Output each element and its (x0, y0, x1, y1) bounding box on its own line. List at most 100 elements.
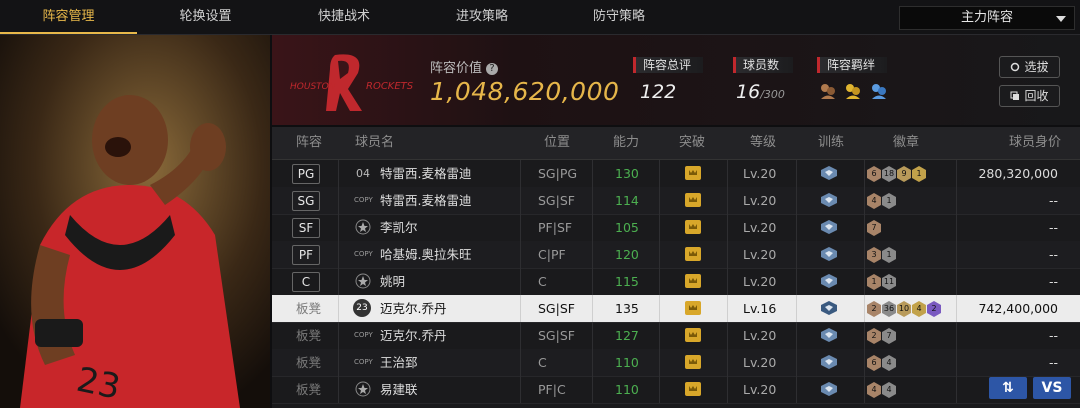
bond-bronze-icon[interactable] (819, 82, 837, 100)
player-count-label: 球员数 (733, 57, 793, 73)
column-divider (796, 268, 797, 295)
badge-hex[interactable]: 10 (897, 301, 911, 317)
badge-hex[interactable]: 36 (882, 301, 896, 317)
col-lineup[interactable]: 阵容 (296, 127, 322, 159)
tab-rotation[interactable]: 轮换设置 (137, 0, 274, 34)
column-divider (956, 268, 957, 295)
badge-hex[interactable]: 6 (867, 355, 881, 371)
col-level[interactable]: 等级 (750, 127, 776, 159)
tab-defense[interactable]: 防守策略 (550, 0, 688, 34)
crown-icon[interactable] (685, 328, 701, 342)
player-name[interactable]: 王治郅 (380, 349, 418, 376)
player-name[interactable]: 特雷西.麦格雷迪 (380, 160, 471, 187)
badge-hex[interactable]: 4 (867, 193, 881, 209)
badge-hex[interactable]: 1 (912, 166, 926, 182)
training-icon[interactable] (820, 193, 838, 207)
recycle-button[interactable]: 回收 (999, 85, 1060, 107)
badge-hex[interactable]: 2 (867, 301, 881, 317)
training-icon[interactable] (820, 247, 838, 261)
crown-icon[interactable] (685, 193, 701, 207)
badge-hex[interactable]: 4 (882, 382, 896, 398)
table-row[interactable]: 板凳 23 迈克尔.乔丹 SG|SF 135 Lv.16 2 36 10 4 2 742… (272, 295, 1080, 323)
table-row[interactable]: SF 李凯尔 PF|SF 105 Lv.20 7 -- (272, 214, 1080, 242)
col-training[interactable]: 训练 (818, 127, 844, 159)
badge-hex[interactable]: 4 (867, 382, 881, 398)
badge-hex[interactable]: 11 (882, 274, 896, 290)
crown-icon[interactable] (685, 274, 701, 288)
table-row[interactable]: 板凳 COPY 王治郅 C 110 Lv.20 64 -- (272, 349, 1080, 377)
col-breakthrough[interactable]: 突破 (679, 127, 705, 159)
player-name[interactable]: 姚明 (380, 268, 405, 295)
table-row[interactable]: C 姚明 C 115 Lv.20 1 11 -- (272, 268, 1080, 296)
badge-hex[interactable]: 7 (882, 328, 896, 344)
col-position[interactable]: 位置 (544, 127, 570, 159)
col-player-name[interactable]: 球员名 (355, 127, 394, 159)
lineup-slot: SG (292, 191, 320, 211)
table-row[interactable]: 板凳 COPY 迈克尔.乔丹 SG|SF 127 Lv.20 27 -- (272, 322, 1080, 350)
badge-hex[interactable]: 7 (867, 220, 881, 236)
training-icon[interactable] (820, 220, 838, 234)
select-button[interactable]: 选拔 (999, 56, 1060, 78)
player-value: -- (1048, 193, 1058, 208)
player-name[interactable]: 迈克尔.乔丹 (380, 295, 446, 322)
player-name[interactable]: 易建联 (380, 376, 418, 403)
column-divider (864, 187, 865, 214)
svg-text:ROCKETS: ROCKETS (366, 81, 414, 92)
training-icon[interactable] (820, 328, 838, 342)
column-divider (864, 295, 865, 322)
crown-icon[interactable] (685, 247, 701, 261)
badge-hex[interactable]: 2 (867, 328, 881, 344)
col-ability[interactable]: 能力 (613, 127, 639, 159)
column-divider (659, 268, 660, 295)
bond-gold-icon[interactable] (844, 82, 862, 100)
team-summary-header: HOUSTON ROCKETS 阵容价值? 1,048,620,000 阵容总评… (272, 35, 1080, 125)
badge-hex[interactable]: 4 (912, 301, 926, 317)
col-badges[interactable]: 徽章 (893, 127, 919, 159)
badge-list: 27 (867, 327, 897, 344)
column-divider (520, 214, 521, 241)
table-row[interactable]: PG 04 特雷西.麦格雷迪 SG|PG 130 Lv.20 6 18 9 1 280… (272, 160, 1080, 188)
lineup-select[interactable]: 主力阵容 (899, 6, 1075, 30)
badge-hex[interactable]: 1 (882, 193, 896, 209)
crown-icon[interactable] (685, 166, 701, 180)
col-player-value[interactable]: 球员身价 (1009, 127, 1061, 159)
badge-hex[interactable]: 9 (897, 166, 911, 182)
tab-offense[interactable]: 进攻策略 (414, 0, 550, 34)
badge-hex[interactable]: 6 (867, 166, 881, 182)
column-divider (796, 349, 797, 376)
lineup-slot: PF (292, 245, 320, 265)
training-icon[interactable] (820, 301, 838, 315)
player-name[interactable]: 哈基姆.奥拉朱旺 (380, 241, 471, 268)
training-icon[interactable] (820, 355, 838, 369)
player-ability: 127 (615, 328, 639, 343)
crown-icon[interactable] (685, 301, 701, 315)
column-divider (659, 187, 660, 214)
table-row[interactable]: 板凳 易建联 PF|C 110 Lv.20 44 -- (272, 376, 1080, 404)
help-icon[interactable]: ? (486, 63, 499, 75)
crown-icon[interactable] (685, 220, 701, 234)
player-name[interactable]: 特雷西.麦格雷迪 (380, 187, 471, 214)
table-row[interactable]: SG COPY 特雷西.麦格雷迪 SG|SF 114 Lv.20 41 -- (272, 187, 1080, 215)
badge-hex[interactable]: 1 (867, 274, 881, 290)
bond-blue-icon[interactable] (870, 82, 888, 100)
crown-icon[interactable] (685, 382, 701, 396)
training-icon[interactable] (820, 274, 838, 288)
table-row[interactable]: PF COPY 哈基姆.奥拉朱旺 C|PF 120 Lv.20 31 -- (272, 241, 1080, 269)
column-divider (727, 295, 728, 322)
crown-icon[interactable] (685, 355, 701, 369)
player-name[interactable]: 迈克尔.乔丹 (380, 322, 446, 349)
badge-hex[interactable]: 2 (927, 301, 941, 317)
training-icon[interactable] (820, 382, 838, 396)
badge-hex[interactable]: 3 (867, 247, 881, 263)
player-ability: 114 (615, 193, 639, 208)
training-icon[interactable] (820, 166, 838, 180)
badge-hex[interactable]: 1 (882, 247, 896, 263)
tab-lineup[interactable]: 阵容管理 (0, 0, 137, 34)
badge-hex[interactable]: 4 (882, 355, 896, 371)
swap-button[interactable]: ⇅ (989, 377, 1027, 399)
player-name[interactable]: 李凯尔 (380, 214, 418, 241)
tab-quick-tactics[interactable]: 快捷战术 (274, 0, 414, 34)
badge-hex[interactable]: 18 (882, 166, 896, 182)
column-divider (592, 376, 593, 403)
vs-button[interactable]: VS (1033, 377, 1071, 399)
